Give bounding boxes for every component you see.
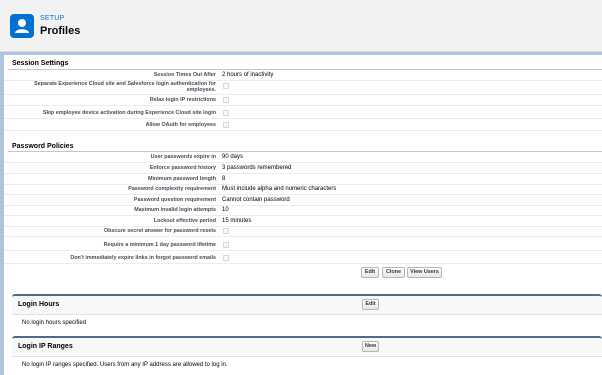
login-ip-ranges-title: Login IP Ranges [18,343,73,350]
login-hours-body: No login hours specified [12,314,602,332]
setting-label: Session Times Out After [153,72,216,78]
setting-row: Skip employee device activation during E… [4,108,602,119]
setting-value: Must include alpha and numeric character… [222,186,337,192]
setting-checkbox [223,97,229,103]
login-hours-edit-button[interactable]: Edit [362,299,379,310]
setting-label: Allow OAuth for employees [145,122,216,128]
setting-checkbox [223,228,229,234]
page-header: SETUP Profiles [0,0,602,52]
setting-row: Separate Experience Cloud site and Sales… [4,81,602,95]
setting-value: 3 passwords remembered [222,165,292,171]
setting-row: User passwords expire in 90 days [4,152,602,163]
view-users-button[interactable]: View Users [407,267,442,278]
page-title: Profiles [40,25,81,37]
setting-label: Maximum invalid login attempts [134,207,216,213]
login-hours-empty-text: No login hours specified [22,320,87,326]
setting-label: Password complexity requirement [128,186,216,192]
setting-value: 8 [222,176,226,182]
setting-value: 90 days [222,154,244,160]
login-ip-empty-text: No login IP ranges specified. Users from… [22,362,228,368]
login-hours-section: Login Hours Edit [12,294,602,314]
login-ip-ranges-body: No login IP ranges specified. Users from… [12,356,602,374]
setting-checkbox [223,110,229,116]
setting-label: Skip employee device activation during E… [42,110,216,116]
setting-label: Don't immediately expire links in forgot… [70,255,216,261]
setting-label: Relax login IP restrictions [149,97,216,103]
user-profile-icon [10,14,34,38]
setting-checkbox [223,83,229,89]
password-policies-title: Password Policies [12,143,74,150]
setting-row: Session Times Out After 2 hours of inact… [4,70,602,81]
setting-row: Relax login IP restrictions [4,95,602,106]
setting-checkbox [223,242,229,248]
login-ip-new-button[interactable]: New [362,341,379,352]
setting-label: Require a minimum 1 day password lifetim… [103,242,216,248]
setting-label: Obscure secret answer for password reset… [103,228,216,234]
breadcrumb[interactable]: SETUP [40,15,64,22]
setting-label: Password question requirement [133,197,216,203]
login-hours-title: Login Hours [18,301,60,308]
setting-row: Don't immediately expire links in forgot… [4,253,602,264]
setting-label: Enforce password history [149,165,216,171]
clone-button[interactable]: Clone [382,267,405,278]
setting-checkbox [223,122,229,128]
setting-row: Allow OAuth for employees [4,120,602,131]
profile-detail-panel: Session Settings Session Times Out After… [4,55,602,375]
setting-value: Cannot contain password [222,197,290,203]
session-settings-title: Session Settings [12,60,69,67]
setting-checkbox [223,255,229,261]
setting-label: Lockout effective period [153,218,216,224]
setting-value: 10 [222,207,229,213]
setting-row: Require a minimum 1 day password lifetim… [4,240,602,251]
setting-value: 2 hours of inactivity [222,72,274,78]
setting-row: Maximum invalid login attempts 10 [4,205,602,216]
edit-button[interactable]: Edit [361,267,379,278]
setting-label: Separate Experience Cloud site and Sales… [34,81,216,93]
setting-label: User passwords expire in [150,154,216,160]
setting-value: 15 minutes [222,218,252,224]
setting-row: Password complexity requirement Must inc… [4,184,602,195]
setting-row: Obscure secret answer for password reset… [4,226,602,237]
setting-label: Minimum password length [148,176,216,182]
setting-row: Enforce password history 3 passwords rem… [4,163,602,174]
login-ip-ranges-section: Login IP Ranges New [12,336,602,356]
